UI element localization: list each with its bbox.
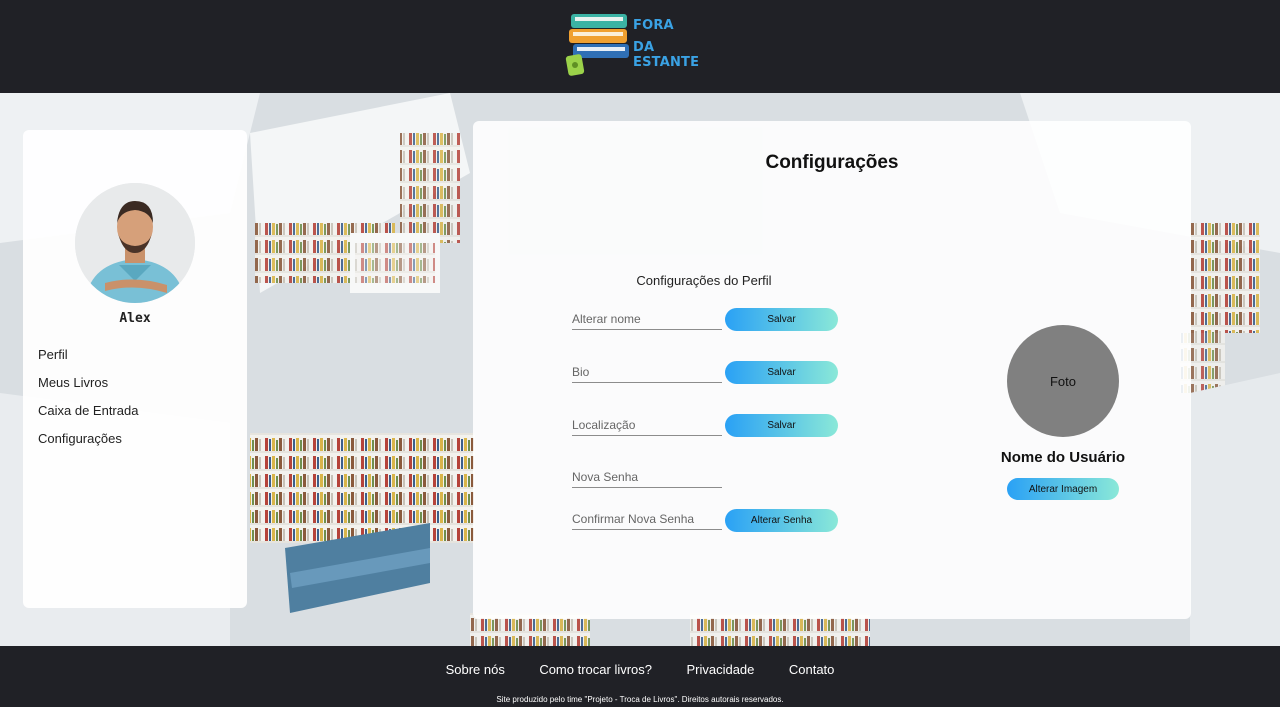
name-field[interactable] <box>572 309 722 330</box>
copyright-text: Site produzido pelo time "Projeto - Troc… <box>496 695 784 704</box>
footer-link-como-trocar-livros[interactable]: Como trocar livros? <box>539 662 652 677</box>
footer-link-sobre-nos[interactable]: Sobre nós <box>446 662 505 677</box>
logo-text-line2: DA ESTANTE <box>633 40 700 70</box>
new-password-field[interactable] <box>572 467 722 488</box>
footer-link-privacidade[interactable]: Privacidade <box>686 662 754 677</box>
header: FORA DA ESTANTE <box>0 0 1280 93</box>
site-logo[interactable]: FORA DA ESTANTE <box>565 10 725 80</box>
profile-photo-placeholder: Foto <box>1007 325 1119 437</box>
profile-sidebar: Alex Perfil Meus Livros Caixa de Entrada… <box>23 130 247 608</box>
sidebar-item-caixa-de-entrada[interactable]: Caixa de Entrada <box>38 403 138 431</box>
photo-label: Foto <box>1049 373 1076 389</box>
change-image-button[interactable]: Alterar Imagem <box>1007 478 1119 500</box>
sidebar-nav: Perfil Meus Livros Caixa de Entrada Conf… <box>38 347 138 459</box>
footer-nav: Sobre nós Como trocar livros? Privacidad… <box>0 661 1280 679</box>
footer-link-contato[interactable]: Contato <box>789 662 835 677</box>
sidebar-item-configuracoes[interactable]: Configurações <box>38 431 138 459</box>
settings-panel: Configurações Configurações do Perfil Sa… <box>473 121 1191 619</box>
user-avatar[interactable] <box>75 183 195 303</box>
save-location-button[interactable]: Salvar <box>725 414 838 437</box>
profile-settings-heading: Configurações do Perfil <box>636 273 772 288</box>
change-password-button[interactable]: Alterar Senha <box>725 509 838 532</box>
user-avatar-photo <box>75 183 195 303</box>
user-name: Alex <box>119 311 151 326</box>
photo-username: Nome do Usuário <box>1000 449 1126 466</box>
sidebar-item-meus-livros[interactable]: Meus Livros <box>38 375 138 403</box>
stacked-books-icon <box>565 14 629 76</box>
logo-text-line1: FORA <box>633 18 674 33</box>
sidebar-item-perfil[interactable]: Perfil <box>38 347 138 375</box>
bio-field[interactable] <box>572 362 722 383</box>
save-bio-button[interactable]: Salvar <box>725 361 838 384</box>
location-field[interactable] <box>572 415 722 436</box>
footer: Sobre nós Como trocar livros? Privacidad… <box>0 646 1280 707</box>
page-title: Configurações <box>765 152 899 173</box>
save-name-button[interactable]: Salvar <box>725 308 838 331</box>
confirm-password-field[interactable] <box>572 509 722 530</box>
